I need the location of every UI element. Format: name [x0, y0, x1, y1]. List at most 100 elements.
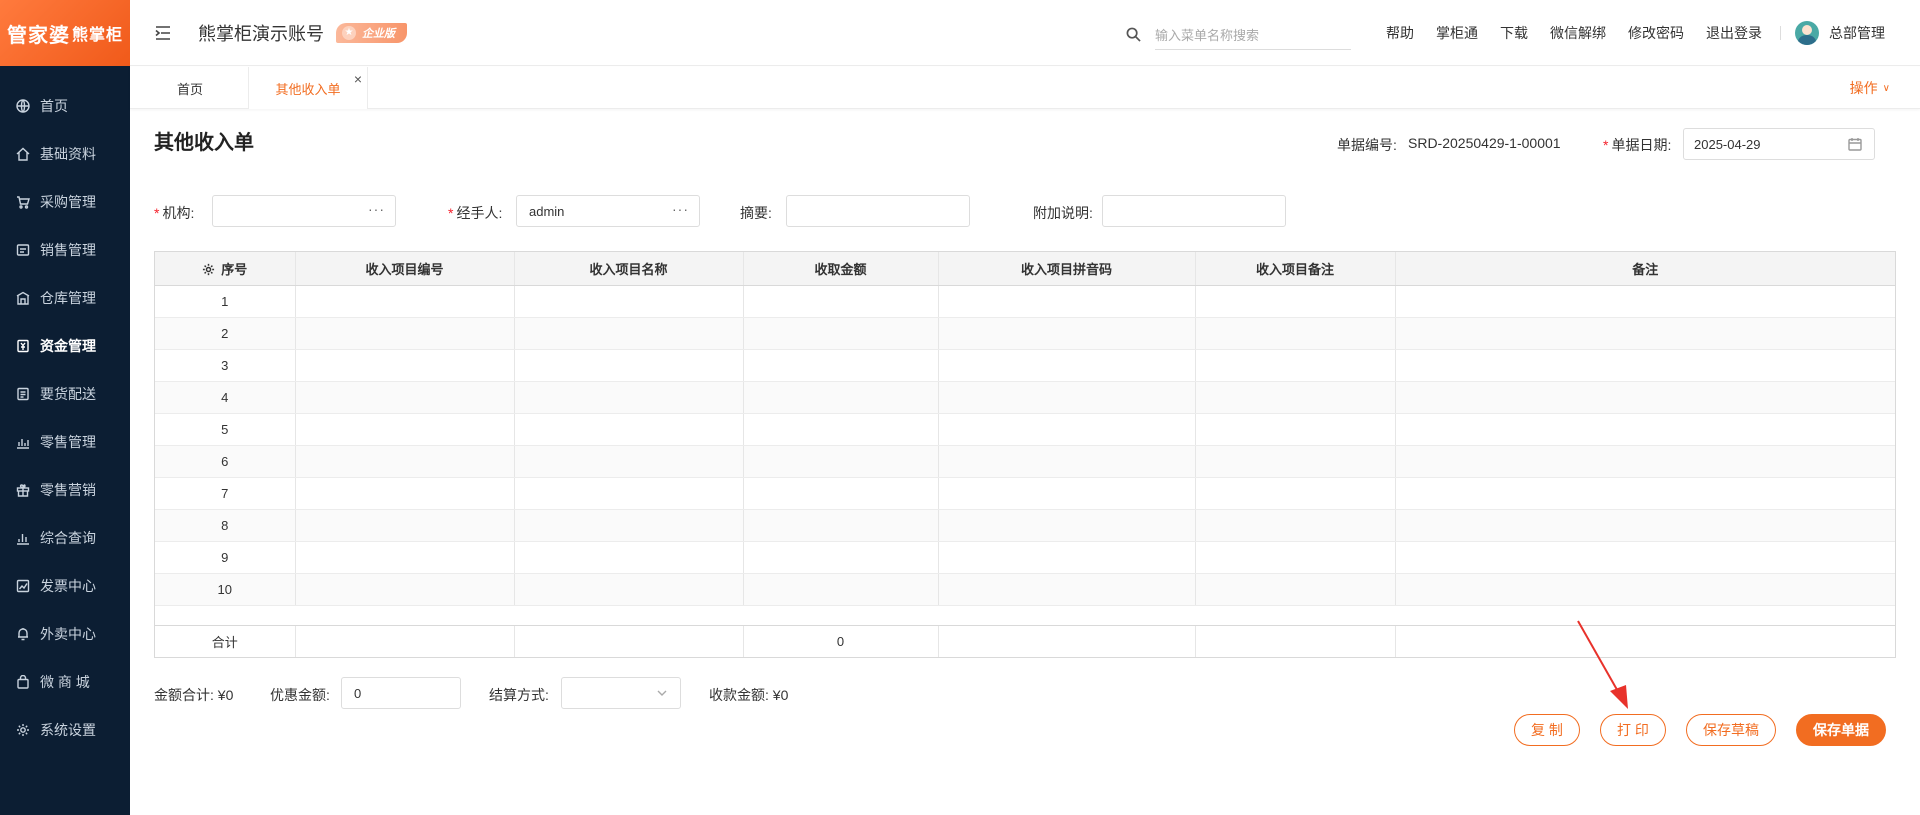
more-icon[interactable]: ··· — [368, 201, 385, 217]
table-cell[interactable] — [938, 541, 1196, 574]
table-cell[interactable] — [1395, 413, 1895, 446]
gear-icon[interactable] — [202, 263, 215, 276]
sidebar-item-11[interactable]: 外卖中心 — [0, 610, 130, 658]
table-cell[interactable] — [743, 413, 939, 446]
table-cell[interactable] — [938, 445, 1196, 478]
settle-method-select[interactable] — [561, 677, 681, 709]
table-cell[interactable] — [743, 445, 939, 478]
table-cell[interactable] — [938, 349, 1196, 382]
table-cell[interactable] — [743, 381, 939, 414]
table-cell[interactable] — [514, 445, 744, 478]
table-cell[interactable] — [295, 317, 515, 350]
doc-date-picker[interactable]: 2025-04-29 — [1683, 128, 1875, 160]
table-cell[interactable] — [514, 541, 744, 574]
sidebar-item-12[interactable]: 微 商 城 — [0, 658, 130, 706]
table-cell[interactable] — [938, 285, 1196, 318]
handler-field[interactable]: admin ··· — [516, 195, 700, 227]
search-icon[interactable] — [1126, 27, 1141, 45]
table-cell[interactable] — [295, 349, 515, 382]
table-cell[interactable] — [295, 509, 515, 542]
table-cell[interactable] — [1395, 381, 1895, 414]
sidebar-item-13[interactable]: 系统设置 — [0, 706, 130, 754]
table-cell[interactable] — [514, 573, 744, 606]
table-cell[interactable] — [938, 381, 1196, 414]
wechat-unbind-link[interactable]: 微信解绑 — [1550, 23, 1606, 43]
download-link[interactable]: 下载 — [1500, 23, 1528, 43]
save-document-button[interactable]: 保存单据 — [1796, 714, 1886, 746]
discount-input[interactable]: 0 — [341, 677, 461, 709]
table-cell[interactable] — [1395, 573, 1895, 606]
table-cell[interactable] — [514, 317, 744, 350]
sidebar-item-3[interactable]: 销售管理 — [0, 226, 130, 274]
table-row[interactable]: 4 — [155, 381, 1895, 414]
table-row[interactable]: 2 — [155, 317, 1895, 350]
table-cell[interactable] — [514, 285, 744, 318]
table-cell[interactable] — [1395, 541, 1895, 574]
table-cell[interactable] — [1395, 445, 1895, 478]
summary-input[interactable] — [786, 195, 970, 227]
table-cell[interactable] — [514, 509, 744, 542]
table-cell[interactable] — [938, 317, 1196, 350]
tab-home[interactable]: 首页 — [160, 67, 220, 109]
table-cell[interactable] — [1195, 445, 1396, 478]
table-cell[interactable] — [514, 381, 744, 414]
table-cell[interactable] — [514, 477, 744, 510]
sidebar-item-1[interactable]: 基础资料 — [0, 130, 130, 178]
zhanggui-link[interactable]: 掌柜通 — [1436, 23, 1478, 43]
table-cell[interactable] — [1195, 349, 1396, 382]
table-cell[interactable] — [743, 349, 939, 382]
table-row[interactable]: 5 — [155, 413, 1895, 446]
close-icon[interactable]: × — [354, 71, 362, 87]
table-cell[interactable] — [1195, 509, 1396, 542]
table-cell[interactable] — [1395, 349, 1895, 382]
tab-other-income[interactable]: 其他收入单 × — [248, 67, 368, 109]
table-cell[interactable] — [743, 285, 939, 318]
table-cell[interactable] — [743, 573, 939, 606]
sidebar-item-6[interactable]: 要货配送 — [0, 370, 130, 418]
print-button[interactable]: 打 印 — [1600, 714, 1666, 746]
table-cell[interactable] — [938, 477, 1196, 510]
table-row[interactable]: 9 — [155, 541, 1895, 574]
sidebar-item-5[interactable]: 资金管理 — [0, 322, 130, 370]
table-cell[interactable] — [1195, 317, 1396, 350]
table-cell[interactable] — [295, 285, 515, 318]
table-cell[interactable] — [938, 573, 1196, 606]
table-cell[interactable] — [743, 509, 939, 542]
table-cell[interactable] — [1195, 285, 1396, 318]
table-row[interactable]: 3 — [155, 349, 1895, 382]
table-cell[interactable] — [1395, 477, 1895, 510]
table-cell[interactable] — [1195, 381, 1396, 414]
table-row[interactable]: 1 — [155, 285, 1895, 318]
org-field[interactable]: ··· — [212, 195, 396, 227]
operations-dropdown[interactable]: 操作 ∨ — [1850, 67, 1890, 109]
table-cell[interactable] — [1395, 285, 1895, 318]
table-row[interactable]: 8 — [155, 509, 1895, 542]
table-row[interactable]: 10 — [155, 573, 1895, 606]
table-cell[interactable] — [743, 477, 939, 510]
col-seq[interactable]: 序号 — [155, 252, 296, 286]
table-cell[interactable] — [938, 413, 1196, 446]
logout-link[interactable]: 退出登录 — [1706, 23, 1762, 43]
copy-button[interactable]: 复 制 — [1514, 714, 1580, 746]
table-cell[interactable] — [743, 317, 939, 350]
sidebar-item-7[interactable]: 零售管理 — [0, 418, 130, 466]
table-row[interactable]: 7 — [155, 477, 1895, 510]
user-menu[interactable]: 总部管理 — [1795, 21, 1885, 45]
sidebar-item-9[interactable]: 综合查询 — [0, 514, 130, 562]
sidebar-item-2[interactable]: 采购管理 — [0, 178, 130, 226]
table-cell[interactable] — [514, 413, 744, 446]
table-cell[interactable] — [1195, 541, 1396, 574]
table-cell[interactable] — [295, 445, 515, 478]
more-icon[interactable]: ··· — [672, 201, 689, 217]
sidebar-item-0[interactable]: 首页 — [0, 82, 130, 130]
menu-toggle-icon[interactable] — [154, 24, 172, 42]
table-cell[interactable] — [1195, 573, 1396, 606]
menu-search-input[interactable] — [1155, 22, 1351, 50]
sidebar-item-4[interactable]: 仓库管理 — [0, 274, 130, 322]
table-cell[interactable] — [1195, 413, 1396, 446]
table-cell[interactable] — [295, 573, 515, 606]
table-row[interactable]: 6 — [155, 445, 1895, 478]
help-link[interactable]: 帮助 — [1386, 23, 1414, 43]
sidebar-item-10[interactable]: 发票中心 — [0, 562, 130, 610]
save-draft-button[interactable]: 保存草稿 — [1686, 714, 1776, 746]
